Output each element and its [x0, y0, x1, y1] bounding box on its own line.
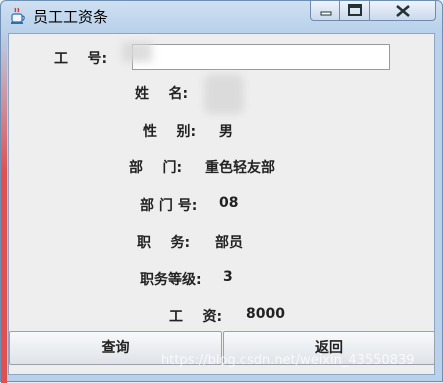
watermark-text: https://blog.csdn.net/weixin_43550839 [161, 353, 415, 368]
window-title: 员工工资条 [33, 8, 109, 26]
department-no-label: 部 门 号: [140, 198, 198, 214]
salary-slip-window: 员工工资条 工 号: 姓 名: 性 别: 男 部 门: 重色轻友部 部 门 号:… [0, 0, 443, 383]
employee-id-input[interactable] [132, 44, 390, 70]
grade-label: 职务等级: [140, 272, 202, 288]
title-bar[interactable]: 员工工资条 [1, 1, 442, 33]
department-label: 部 门: [129, 160, 183, 176]
close-icon [370, 1, 435, 20]
department-value: 重色轻友部 [205, 160, 275, 176]
salary-label: 工 资: [169, 309, 223, 325]
close-button[interactable] [370, 1, 436, 21]
redaction-blur-name [204, 74, 244, 114]
salary-value: 8000 [246, 306, 285, 322]
gender-value: 男 [219, 124, 233, 140]
minimize-button[interactable] [310, 1, 340, 21]
employee-id-label: 工 号: [54, 51, 108, 67]
position-label: 职 务: [137, 235, 191, 251]
background-desktop-edge [1, 33, 7, 383]
maximize-icon [340, 1, 369, 20]
gender-label: 性 别: [143, 124, 197, 140]
position-value: 部员 [215, 235, 243, 251]
java-cup-icon [9, 7, 27, 25]
minimize-icon [311, 1, 339, 20]
name-label: 姓 名: [135, 86, 189, 102]
maximize-button[interactable] [340, 1, 370, 21]
redaction-blur [122, 42, 152, 62]
department-no-value: 08 [219, 195, 239, 211]
grade-value: 3 [223, 269, 233, 285]
content-panel: 工 号: 姓 名: 性 别: 男 部 门: 重色轻友部 部 门 号: 08 职 … [8, 33, 435, 375]
